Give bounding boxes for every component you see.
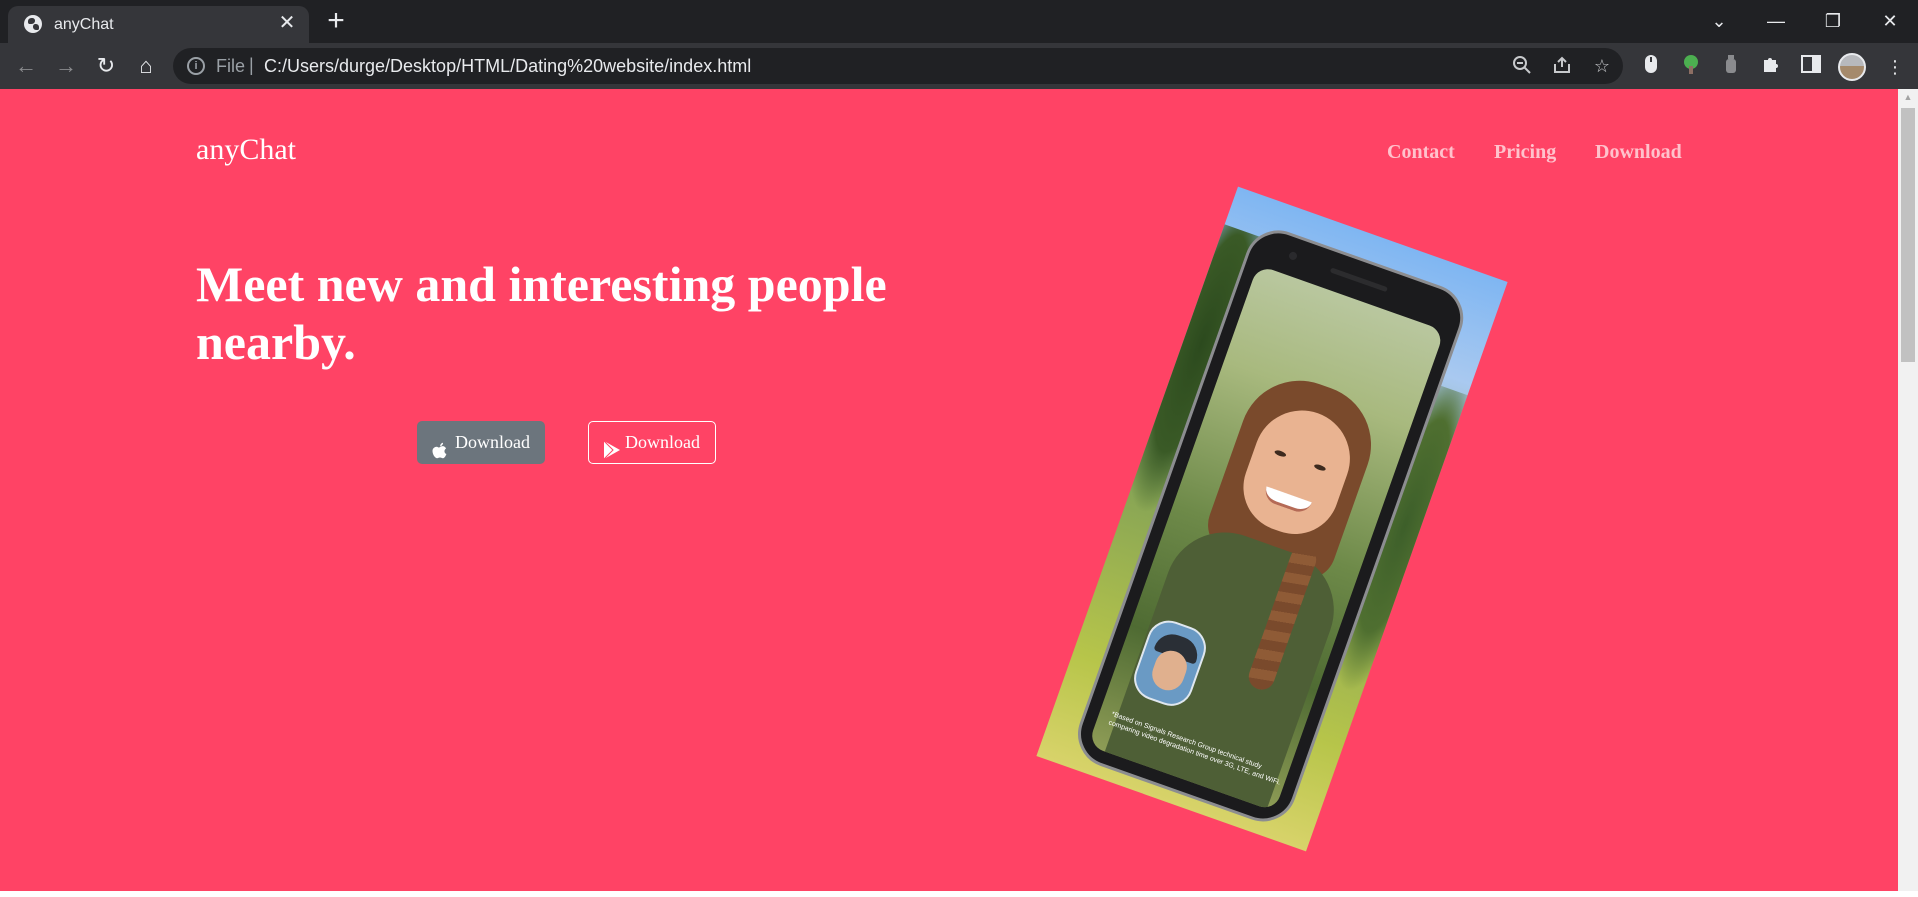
page-scrollbar[interactable]: ▲ [1898, 89, 1918, 891]
reload-button[interactable]: ↻ [90, 50, 122, 82]
restore-button[interactable]: ❐ [1813, 6, 1853, 36]
browser-toolbar: ← → ↻ ⌂ i File | C:/Users/durge/Desktop/… [0, 43, 1918, 89]
tab-search-icon[interactable]: ⌄ [1699, 6, 1739, 36]
globe-icon [24, 15, 42, 33]
minimize-button[interactable]: — [1756, 6, 1796, 36]
apple-icon [432, 434, 448, 459]
extension-tree-icon[interactable] [1678, 54, 1704, 80]
back-button[interactable]: ← [10, 50, 42, 82]
nav-download-link[interactable]: Download [1595, 141, 1682, 164]
scrollbar-thumb[interactable] [1901, 108, 1915, 362]
address-url[interactable]: C:/Users/durge/Desktop/HTML/Dating%20web… [264, 56, 751, 77]
profile-avatar[interactable] [1838, 53, 1866, 81]
brand-logo[interactable]: anyChat [196, 133, 296, 167]
nav-pricing-link[interactable]: Pricing [1494, 141, 1556, 164]
forward-button[interactable]: → [50, 50, 82, 82]
browser-tab[interactable]: anyChat ✕ [8, 6, 309, 43]
page-viewport: anyChat Contact Pricing Download Meet ne… [0, 89, 1898, 891]
address-bar[interactable]: i File | C:/Users/durge/Desktop/HTML/Dat… [173, 48, 1623, 84]
google-play-icon [603, 434, 620, 460]
browser-tabstrip: anyChat ✕ + ⌄ — ❐ ✕ [0, 0, 1918, 43]
menu-kebab-icon[interactable]: ⋮ [1882, 54, 1908, 80]
nav-contact-link[interactable]: Contact [1387, 141, 1455, 164]
apple-download-label: Download [455, 432, 530, 452]
google-play-download-label: Download [625, 432, 700, 452]
bookmark-star-icon[interactable]: ☆ [1591, 55, 1613, 77]
hero-headline: Meet new and interesting people nearby. [196, 256, 887, 370]
share-icon[interactable] [1551, 55, 1573, 77]
home-button[interactable]: ⌂ [130, 50, 162, 82]
side-panel-icon[interactable] [1798, 54, 1824, 80]
address-separator: | [249, 55, 254, 75]
extension-mouse-icon[interactable] [1638, 54, 1664, 80]
hero-phone-image: *Based on Signals Research Group technic… [1036, 186, 1508, 852]
tab-close-icon[interactable]: ✕ [277, 13, 297, 33]
close-window-button[interactable]: ✕ [1870, 6, 1910, 36]
extension-bottle-icon[interactable] [1718, 54, 1744, 80]
google-play-download-button[interactable]: Download [588, 421, 716, 464]
apple-download-button[interactable]: Download [417, 421, 545, 464]
address-scheme: File [216, 56, 246, 76]
zoom-out-icon[interactable] [1511, 55, 1533, 77]
extensions-puzzle-icon[interactable] [1758, 54, 1784, 80]
tab-title: anyChat [54, 16, 114, 33]
new-tab-button[interactable]: + [322, 6, 350, 36]
scroll-up-arrow-icon[interactable]: ▲ [1898, 89, 1918, 106]
site-info-icon[interactable]: i [187, 57, 205, 75]
